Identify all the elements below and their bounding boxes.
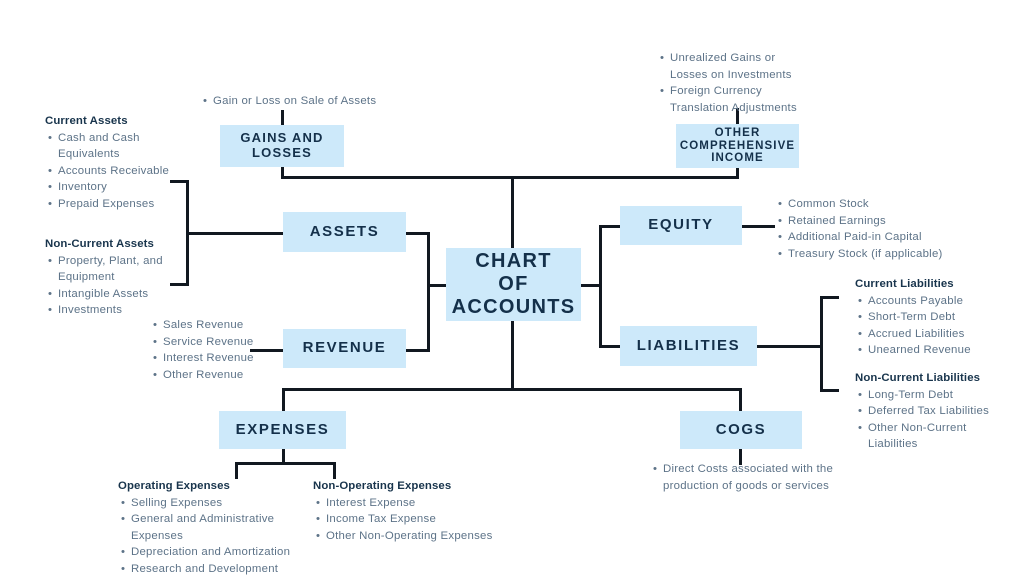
list-item: Retained Earnings	[778, 213, 975, 230]
list-item: Research and Development	[121, 561, 308, 576]
list-item: Depreciation and Amortization	[121, 544, 308, 561]
list-item: Inventory	[48, 179, 177, 196]
list-item: Accounts Receivable	[48, 163, 177, 180]
cogs-label: COGS	[715, 420, 767, 438]
node-equity[interactable]: EQUITY	[620, 206, 742, 245]
connector-liabilities-bracket-spine	[820, 296, 823, 392]
list-item: Selling Expenses	[121, 495, 308, 512]
list-item: Prepaid Expenses	[48, 196, 177, 213]
list-item: Common Stock	[778, 196, 975, 213]
list-item: Long-Term Debt	[858, 387, 1010, 404]
oci-line3: INCOME	[711, 152, 764, 165]
connector-left-rail	[427, 232, 430, 352]
list-item: Additional Paid-in Capital	[778, 229, 975, 246]
list-item: Other Revenue	[153, 367, 265, 384]
list-item: Income Tax Expense	[316, 511, 533, 528]
list-item: Unrealized Gains or Losses on Investment…	[660, 50, 813, 83]
connector-assets-to-bracket	[186, 232, 284, 235]
connector-center-to-bottom-rail	[511, 321, 514, 388]
node-other-comprehensive-income[interactable]: OTHER COMPREHENSIVE INCOME	[676, 124, 799, 168]
list-item: Interest Expense	[316, 495, 533, 512]
connector-left-rail-to-assets	[406, 232, 430, 235]
gains-and-losses-line2: LOSSES	[252, 145, 312, 160]
list-operating-expenses: Operating Expenses Selling Expenses Gene…	[118, 478, 308, 576]
chart-of-accounts-diagram: CHART OF ACCOUNTS GAINS AND LOSSES OTHER…	[0, 0, 1024, 576]
connector-right-rail-to-equity	[599, 225, 621, 228]
expenses-label: EXPENSES	[235, 420, 330, 438]
revenue-label: REVENUE	[302, 339, 387, 357]
non-current-liabilities-heading: Non-Current Liabilities	[855, 372, 981, 384]
list-item: Intangible Assets	[48, 286, 177, 303]
connector-bracket-operating-expenses	[235, 462, 238, 479]
list-current-assets: Current Assets Cash and Cash Equivalents…	[45, 113, 177, 213]
chart-of-accounts-line3: ACCOUNTS	[451, 296, 576, 319]
operating-expenses-heading: Operating Expenses	[118, 480, 230, 492]
connector-bottom-rail-to-cogs	[739, 388, 742, 412]
non-current-assets-heading: Non-Current Assets	[45, 238, 154, 250]
list-gains-and-losses-items: Gain or Loss on Sale of Assets	[200, 93, 420, 110]
node-revenue[interactable]: REVENUE	[283, 329, 406, 368]
connector-right-rail-to-liabilities	[599, 345, 621, 348]
connector-equity-to-items	[741, 225, 775, 228]
list-item: Accounts Payable	[858, 293, 1005, 310]
list-cogs-items: Direct Costs associated with the product…	[650, 461, 835, 494]
list-current-liabilities: Current Liabilities Accounts Payable Sho…	[855, 276, 1005, 359]
connector-bracket-non-current-liabilities	[820, 389, 839, 392]
list-item: Foreign Currency Translation Adjustments	[660, 83, 813, 116]
connector-assets-bracket-spine	[186, 180, 189, 286]
list-revenue-items: Sales Revenue Service Revenue Interest R…	[150, 317, 265, 383]
connector-top-rail	[281, 176, 739, 179]
connector-bracket-current-liabilities	[820, 296, 839, 299]
chart-of-accounts-line2: OF	[498, 272, 529, 295]
oci-line2: COMPREHENSIVE	[679, 139, 796, 152]
connector-bracket-non-operating-expenses	[333, 462, 336, 479]
list-item: Service Revenue	[153, 334, 265, 351]
connector-bottom-rail	[282, 388, 742, 391]
list-item: Short-Term Debt	[858, 309, 1005, 326]
node-assets[interactable]: ASSETS	[283, 212, 406, 252]
list-item: Direct Costs associated with the product…	[653, 461, 835, 494]
list-item: Treasury Stock (if applicable)	[778, 246, 975, 263]
list-item: Accrued Liabilities	[858, 326, 1005, 343]
connector-left-rail-to-revenue	[406, 349, 430, 352]
liabilities-label: LIABILITIES	[636, 336, 741, 354]
chart-of-accounts-line1: CHART	[475, 249, 552, 272]
node-expenses[interactable]: EXPENSES	[219, 411, 346, 449]
list-item: Unearned Revenue	[858, 342, 1005, 359]
list-non-current-assets: Non-Current Assets Property, Plant, and …	[45, 236, 177, 319]
gains-and-losses-line1: GAINS AND	[240, 130, 324, 146]
list-item: Other Non-Operating Expenses	[316, 528, 533, 545]
node-gains-and-losses[interactable]: GAINS AND LOSSES	[220, 125, 344, 167]
list-item: Gain or Loss on Sale of Assets	[203, 93, 420, 110]
non-operating-expenses-heading: Non-Operating Expenses	[313, 480, 452, 492]
list-item: Interest Revenue	[153, 350, 265, 367]
list-oci-items: Unrealized Gains or Losses on Investment…	[657, 50, 813, 116]
assets-label: ASSETS	[309, 222, 380, 240]
connector-center-to-top-rail	[511, 176, 514, 250]
list-item: Deferred Tax Liabilities	[858, 403, 1010, 420]
connector-liabilities-to-bracket	[757, 345, 822, 348]
connector-right-rail	[599, 225, 602, 348]
list-non-current-liabilities: Non-Current Liabilities Long-Term Debt D…	[855, 370, 1010, 453]
node-cogs[interactable]: COGS	[680, 411, 802, 449]
connector-top-rail-to-gains	[281, 166, 284, 179]
connector-expenses-bracket-rail	[235, 462, 336, 465]
list-item: Sales Revenue	[153, 317, 265, 334]
list-non-operating-expenses: Non-Operating Expenses Interest Expense …	[313, 478, 533, 544]
connector-bottom-rail-to-expenses	[282, 388, 285, 412]
list-item: General and Administrative Expenses	[121, 511, 308, 544]
current-liabilities-heading: Current Liabilities	[855, 278, 954, 290]
list-equity-items: Common Stock Retained Earnings Additiona…	[775, 196, 975, 262]
equity-label: EQUITY	[648, 216, 714, 234]
current-assets-heading: Current Assets	[45, 115, 128, 127]
list-item: Cash and Cash Equivalents	[48, 130, 177, 163]
list-item: Other Non-Current Liabilities	[858, 420, 1010, 453]
list-item: Property, Plant, and Equipment	[48, 253, 177, 286]
oci-line1: OTHER	[714, 126, 761, 139]
node-chart-of-accounts[interactable]: CHART OF ACCOUNTS	[446, 248, 581, 321]
connector-gains-to-items	[281, 110, 284, 125]
node-liabilities[interactable]: LIABILITIES	[620, 326, 757, 366]
